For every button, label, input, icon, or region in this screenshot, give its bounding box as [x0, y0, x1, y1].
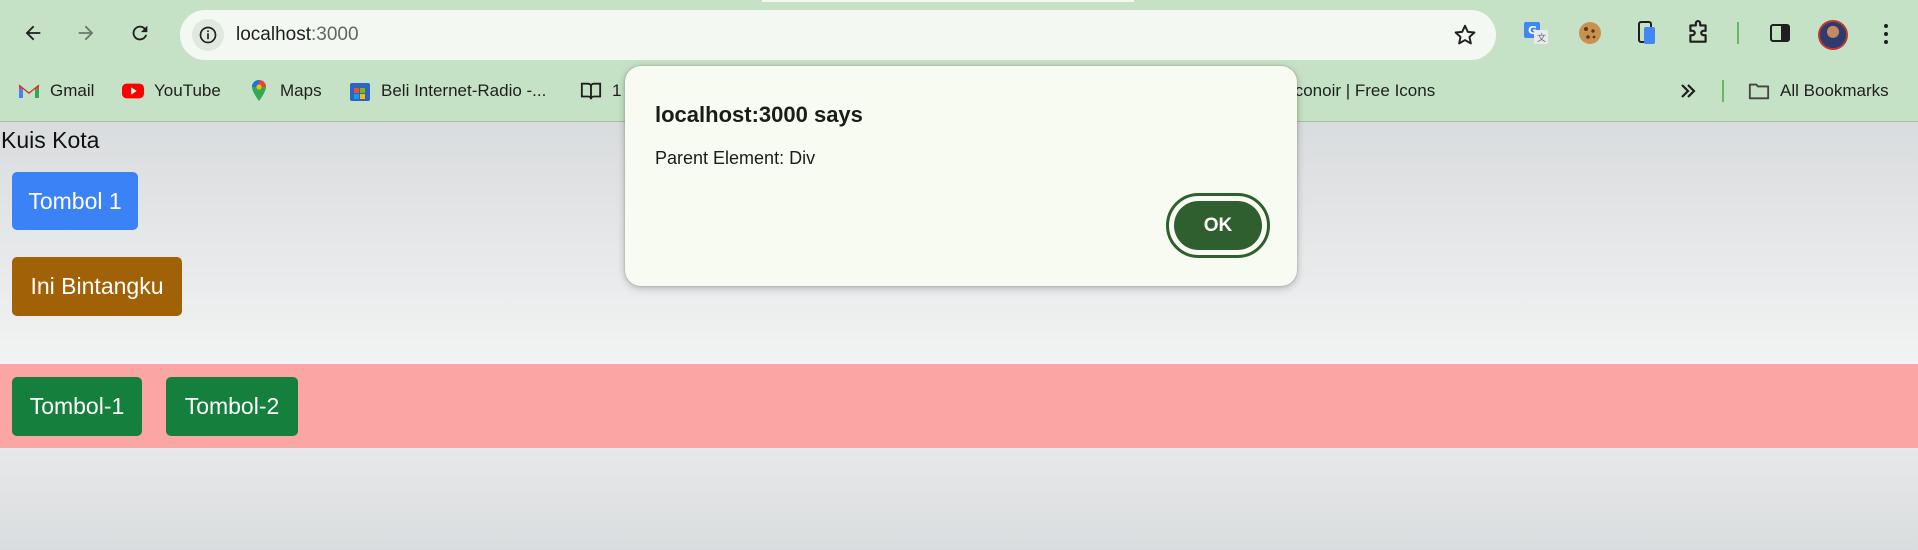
bookmark-label: Iconoir | Free Icons [1290, 81, 1436, 100]
browser-menu-button[interactable] [1876, 18, 1896, 50]
bintang-button[interactable]: Ini Bintangku [12, 257, 182, 316]
page-title: Kuis Kota [1, 127, 100, 153]
arrow-left-icon [25, 25, 41, 41]
dialog-title: localhost:3000 says [655, 102, 863, 127]
bookmark-gmail[interactable]: Gmail [18, 78, 94, 104]
alert-dialog: localhost:3000 says Parent Element: Div … [625, 66, 1297, 286]
translate-icon: G文 [1524, 22, 1548, 44]
all-bookmarks-label: All Bookmarks [1780, 81, 1889, 100]
back-button[interactable] [15, 15, 51, 51]
forward-button[interactable] [68, 15, 104, 51]
phone-icon [1638, 21, 1655, 44]
cookie-extension[interactable] [1574, 17, 1606, 49]
bookmark-book[interactable]: 1 [580, 78, 621, 104]
gmail-icon [18, 80, 40, 102]
bookmark-maps[interactable]: Maps [248, 78, 322, 104]
bookmarks-separator [1722, 80, 1724, 102]
url-text[interactable]: localhost:3000 [236, 24, 359, 46]
bookmark-internet-radio[interactable]: Beli Internet-Radio -... [349, 78, 546, 104]
active-tab-edge [762, 0, 1134, 2]
svg-text:文: 文 [1537, 32, 1546, 44]
url-port: :3000 [311, 24, 359, 45]
ok-focus-ring: OK [1166, 193, 1270, 258]
toolbar-separator [1737, 22, 1739, 44]
bookmark-label: 1 [612, 81, 622, 100]
reload-icon [132, 25, 148, 41]
menu-dot [1884, 24, 1888, 28]
youtube-icon [122, 80, 144, 102]
profile-avatar[interactable] [1818, 20, 1848, 50]
dialog-message: Parent Element: Div [655, 148, 816, 168]
tombol-1-button[interactable]: Tombol 1 [12, 172, 138, 230]
puzzle-icon [1689, 20, 1707, 43]
bookmark-star-icon[interactable] [1452, 22, 1478, 48]
all-bookmarks-button[interactable]: All Bookmarks [1748, 78, 1889, 104]
tombol-dash-2-button[interactable]: Tombol-2 [166, 377, 298, 436]
chevron-double-right-icon [1677, 80, 1699, 102]
extensions-button[interactable] [1682, 17, 1714, 49]
bookmark-iconoir[interactable]: Iconoir | Free Icons [1290, 78, 1435, 104]
store-icon [349, 80, 371, 102]
bookmark-label: YouTube [154, 81, 221, 100]
book-icon [580, 80, 602, 102]
arrow-right-icon [78, 25, 94, 41]
bookmark-label: Gmail [50, 81, 95, 100]
page-background-lower [0, 448, 1918, 550]
maps-icon [248, 80, 270, 102]
menu-dot [1884, 40, 1888, 44]
address-bar[interactable]: localhost:3000 [180, 10, 1496, 60]
device-extension[interactable] [1630, 17, 1662, 49]
site-info-button[interactable] [192, 19, 224, 51]
folder-icon [1748, 80, 1770, 102]
bookmark-label: Beli Internet-Radio -... [381, 81, 547, 100]
info-icon [199, 26, 217, 44]
bookmark-label: Maps [280, 81, 322, 100]
tombol-dash-1-button[interactable]: Tombol-1 [12, 377, 142, 436]
side-panel-icon [1770, 24, 1790, 42]
bookmark-youtube[interactable]: YouTube [122, 78, 221, 104]
url-host: localhost [236, 24, 311, 45]
google-translate-extension[interactable]: G文 [1520, 17, 1552, 49]
reload-button[interactable] [122, 15, 158, 51]
bookmarks-overflow-button[interactable] [1677, 78, 1699, 104]
cookie-icon [1579, 22, 1601, 44]
ok-button[interactable]: OK [1174, 201, 1262, 250]
side-panel-button[interactable] [1764, 17, 1796, 49]
menu-dot [1884, 32, 1888, 36]
